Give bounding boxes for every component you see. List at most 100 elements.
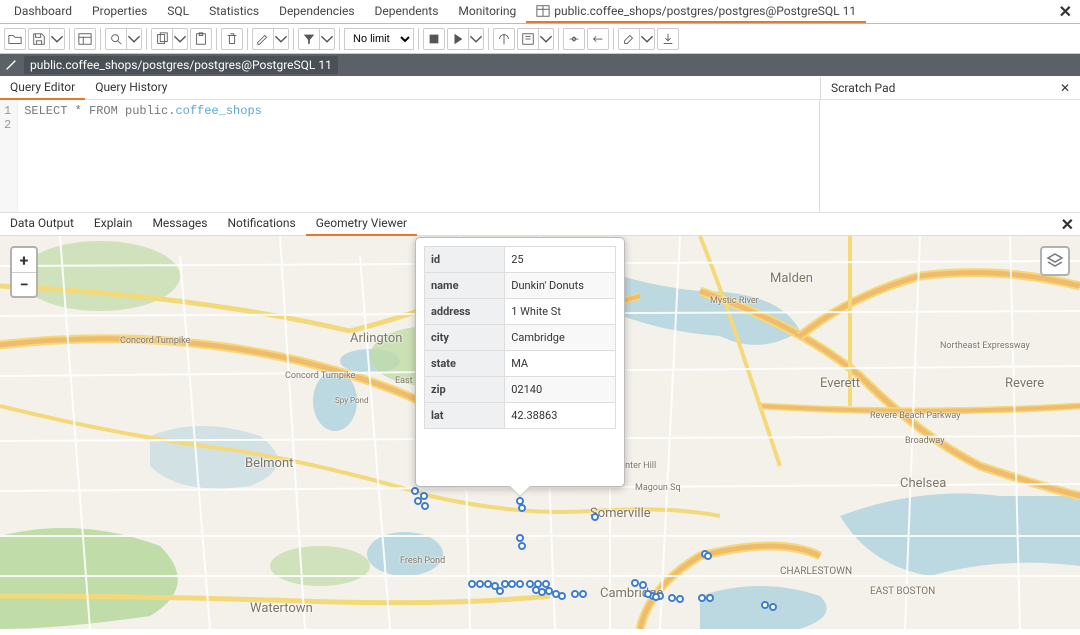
delete-row-button[interactable] <box>221 28 243 50</box>
map-point[interactable] <box>558 592 566 600</box>
find-button[interactable] <box>74 28 96 50</box>
popup-value: MA <box>505 351 616 377</box>
map-point[interactable] <box>571 590 579 598</box>
edit-dropdown[interactable] <box>274 28 289 50</box>
map-point[interactable] <box>769 603 777 611</box>
code-content: SELECT * FROM public.coffee_shops <box>18 100 268 212</box>
map-point[interactable] <box>639 581 647 589</box>
copy-dropdown[interactable] <box>173 28 188 50</box>
tab-dependents[interactable]: Dependents <box>365 0 449 23</box>
explain-button[interactable] <box>493 28 515 50</box>
line-gutter: 1 2 <box>0 100 18 212</box>
rollback-button[interactable] <box>587 28 609 50</box>
map-point[interactable] <box>652 593 660 601</box>
map-point[interactable] <box>668 594 676 602</box>
zoom-out-button[interactable]: − <box>12 272 36 296</box>
search-dropdown[interactable] <box>127 28 142 50</box>
tab-properties[interactable]: Properties <box>82 0 157 23</box>
map-point[interactable] <box>706 594 714 602</box>
tab-query-history[interactable]: Query History <box>85 76 177 100</box>
tab-label: public.coffee_shops/postgres/postgres@Po… <box>554 4 856 18</box>
tab-label: Query History <box>95 80 167 94</box>
filter-dropdown[interactable] <box>320 28 335 50</box>
tab-label: Geometry Viewer <box>316 216 407 230</box>
tab-explain[interactable]: Explain <box>84 212 143 236</box>
save-button[interactable] <box>28 28 50 50</box>
download-button[interactable] <box>657 28 679 50</box>
close-output-button[interactable]: ✕ <box>1055 215 1080 234</box>
tab-dependencies[interactable]: Dependencies <box>269 0 364 23</box>
map-point[interactable] <box>591 513 599 521</box>
map-point[interactable] <box>761 601 769 609</box>
tab-notifications[interactable]: Notifications <box>218 212 306 236</box>
popup-key: address <box>425 299 505 325</box>
tab-statistics[interactable]: Statistics <box>199 0 269 23</box>
map-point[interactable] <box>631 579 639 587</box>
map-point[interactable] <box>476 580 484 588</box>
tab-messages[interactable]: Messages <box>142 212 217 236</box>
map-point[interactable] <box>516 534 524 542</box>
table-icon <box>536 4 550 18</box>
execute-button[interactable] <box>447 28 469 50</box>
tab-label: Data Output <box>10 216 74 230</box>
connection-icon <box>4 58 18 72</box>
commit-button[interactable] <box>563 28 585 50</box>
tab-data-output[interactable]: Data Output <box>0 212 84 236</box>
map-point[interactable] <box>644 590 652 598</box>
code-text: SELECT * FROM public. <box>24 104 175 118</box>
search-button[interactable] <box>105 28 127 50</box>
popup-row: lat42.38863 <box>425 403 616 429</box>
tab-label: Messages <box>152 216 207 230</box>
connection-path: public.coffee_shops/postgres/postgres@Po… <box>24 56 338 74</box>
query-editor[interactable]: 1 2 SELECT * FROM public.coffee_shops <box>0 100 820 212</box>
tab-monitoring[interactable]: Monitoring <box>448 0 526 23</box>
connection-path-bar: public.coffee_shops/postgres/postgres@Po… <box>0 54 1080 76</box>
map-point[interactable] <box>518 504 526 512</box>
popup-key: city <box>425 325 505 351</box>
popup-row: address1 White St <box>425 299 616 325</box>
tab-query-tool[interactable]: public.coffee_shops/postgres/postgres@Po… <box>526 0 866 23</box>
popup-value: Dunkin' Donuts <box>505 273 616 299</box>
clear-button[interactable] <box>618 28 640 50</box>
execute-dropdown[interactable] <box>469 28 484 50</box>
map-point[interactable] <box>698 594 706 602</box>
stop-button[interactable] <box>423 28 445 50</box>
popup-row: stateMA <box>425 351 616 377</box>
tab-sql[interactable]: SQL <box>157 0 199 23</box>
map-point[interactable] <box>508 580 516 588</box>
map-point[interactable] <box>468 580 476 588</box>
feature-popup[interactable]: id25nameDunkin' Donutsaddress1 White Stc… <box>415 237 625 487</box>
open-file-button[interactable] <box>4 28 26 50</box>
popup-key: name <box>425 273 505 299</box>
map-point[interactable] <box>516 580 524 588</box>
zoom-in-button[interactable]: + <box>12 248 36 272</box>
popup-value: Cambridge <box>505 325 616 351</box>
row-limit-select[interactable]: No limit <box>344 28 414 50</box>
paste-button[interactable] <box>190 28 212 50</box>
filter-button[interactable] <box>298 28 320 50</box>
map-point[interactable] <box>496 587 504 595</box>
tab-geometry-viewer[interactable]: Geometry Viewer <box>306 212 417 236</box>
explain-analyze-button[interactable] <box>517 28 539 50</box>
copy-button[interactable] <box>151 28 173 50</box>
save-dropdown[interactable] <box>50 28 65 50</box>
map-point[interactable] <box>579 590 587 598</box>
map-point[interactable] <box>421 502 429 510</box>
map-point[interactable] <box>704 552 712 560</box>
geometry-map[interactable]: + − ArlingtonMaldenEverettRevereChelseaB… <box>0 236 1080 629</box>
popup-key: zip <box>425 377 505 403</box>
tab-query-editor[interactable]: Query Editor <box>0 76 85 100</box>
close-tab-button[interactable]: ✕ <box>1055 2 1076 21</box>
close-scratch-button[interactable]: ✕ <box>1060 81 1070 95</box>
layers-button[interactable] <box>1040 246 1070 276</box>
explain-dropdown[interactable] <box>539 28 554 50</box>
map-point[interactable] <box>411 487 419 495</box>
tab-dashboard[interactable]: Dashboard <box>4 0 82 23</box>
scratch-pad[interactable] <box>820 100 1080 212</box>
code-identifier: coffee_shops <box>175 104 261 118</box>
edit-button[interactable] <box>252 28 274 50</box>
clear-dropdown[interactable] <box>640 28 655 50</box>
map-point[interactable] <box>518 542 526 550</box>
scratch-pad-header: Scratch Pad ✕ <box>820 77 1080 99</box>
map-point[interactable] <box>676 595 684 603</box>
